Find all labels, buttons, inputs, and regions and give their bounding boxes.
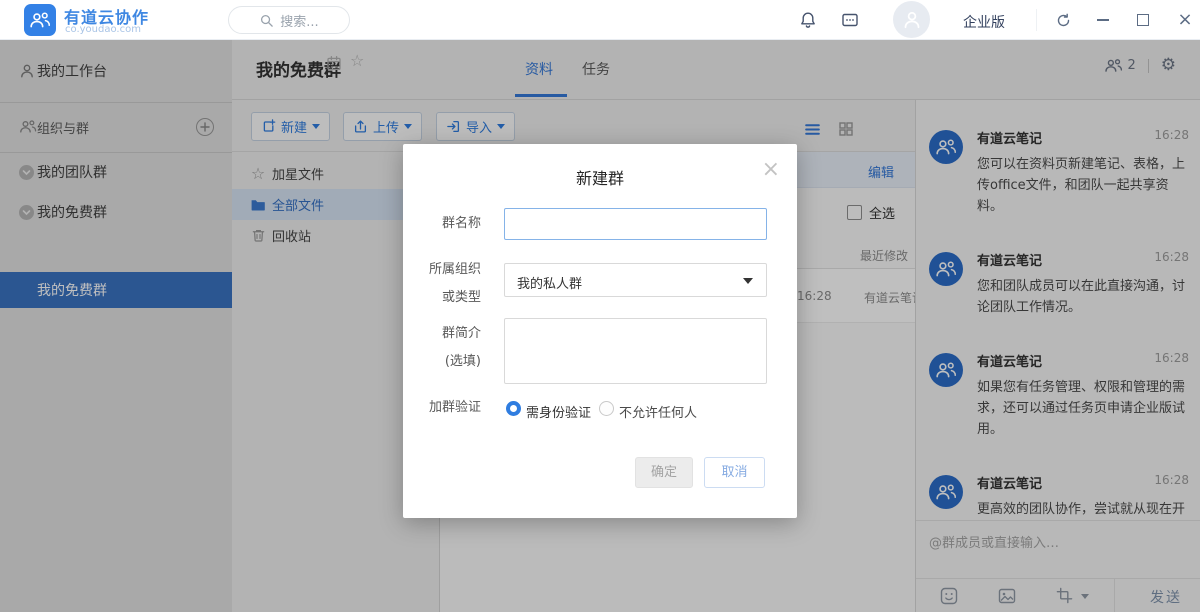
app-logo[interactable] (24, 4, 56, 36)
notifications-bell-icon[interactable] (798, 10, 818, 30)
title-bar: 有道云协作 co.youdao.com 搜索... 企业版 × (0, 0, 1200, 40)
search-input[interactable]: 搜索... (228, 6, 350, 34)
select-caret-icon (743, 278, 753, 284)
titlebar-divider (1036, 9, 1037, 31)
app-logo-group-icon (29, 11, 51, 29)
radio-nobody-label[interactable]: 不允许任何人 (619, 402, 697, 421)
app-domain: co.youdao.com (65, 24, 141, 35)
confirm-button[interactable]: 确定 (635, 457, 693, 488)
user-avatar[interactable] (893, 1, 930, 38)
search-placeholder: 搜索... (280, 11, 318, 30)
refresh-icon[interactable] (1052, 9, 1074, 31)
modal-title: 新建群 (403, 165, 797, 189)
app-window: 有道云协作 co.youdao.com 搜索... 企业版 × 我的工作台 组织… (0, 0, 1200, 612)
messages-bubble-icon[interactable] (840, 10, 860, 30)
radio-identity-label[interactable]: 需身份验证 (526, 402, 591, 421)
group-name-input[interactable] (504, 208, 767, 240)
org-label-line1: 所属组织 (403, 257, 481, 283)
desc-label-line2: (选填) (403, 349, 481, 375)
org-label-line2: 或类型 (403, 285, 481, 311)
group-desc-textarea[interactable] (504, 318, 767, 384)
desc-label-line1: 群简介 (403, 321, 481, 347)
search-icon (259, 13, 274, 28)
edition-badge[interactable]: 企业版 (963, 12, 1005, 32)
minimize-icon[interactable] (1092, 9, 1114, 31)
org-type-value: 我的私人群 (517, 273, 582, 292)
maximize-icon[interactable] (1132, 9, 1154, 31)
radio-identity-verification[interactable] (506, 401, 521, 416)
org-type-select[interactable]: 我的私人群 (504, 263, 767, 297)
modal-close-icon[interactable]: × (762, 159, 780, 181)
create-group-modal: 新建群 × 群名称 所属组织 或类型 我的私人群 群简介 (选填) 加群验证 需… (403, 144, 797, 518)
group-name-label: 群名称 (403, 211, 481, 237)
window-close-icon[interactable]: × (1174, 9, 1196, 31)
cancel-button[interactable]: 取消 (704, 457, 765, 488)
verify-label: 加群验证 (403, 395, 481, 421)
radio-allow-nobody[interactable] (599, 401, 614, 416)
